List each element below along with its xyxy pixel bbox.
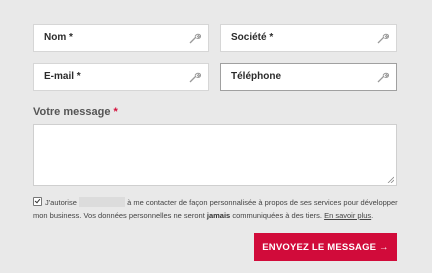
telephone-field[interactable]: Téléphone: [220, 63, 397, 91]
societe-field[interactable]: Société *: [220, 24, 397, 52]
nom-label: Nom *: [44, 32, 73, 43]
nom-field[interactable]: Nom *: [33, 24, 209, 52]
consent-text-bold: jamais: [206, 211, 231, 220]
submit-button[interactable]: ENVOYEZ LE MESSAGE →: [254, 233, 397, 261]
consent-text-end: communiquées à des tiers.: [232, 211, 322, 220]
message-label-text: Votre message: [33, 106, 111, 118]
wrench-icon: [377, 72, 389, 83]
required-mark: *: [113, 106, 118, 118]
consent-block: J'autorise à me contacter de façon perso…: [33, 196, 399, 222]
wrench-icon: [189, 33, 201, 44]
resize-grip-icon[interactable]: [387, 176, 394, 183]
email-field[interactable]: E-mail *: [33, 63, 209, 91]
wrench-icon: [189, 72, 201, 83]
consent-checkbox[interactable]: [33, 197, 42, 206]
learn-more-link[interactable]: En savoir plus: [324, 211, 371, 220]
consent-period: .: [371, 211, 374, 220]
consent-text-before: J'autorise: [45, 198, 77, 207]
telephone-label: Téléphone: [231, 71, 282, 82]
wrench-icon: [377, 33, 389, 44]
message-textarea[interactable]: [33, 124, 397, 186]
redacted-company-name: [78, 197, 125, 207]
message-label: Votre message *: [33, 106, 118, 118]
email-label: E-mail *: [44, 71, 81, 82]
societe-label: Société *: [231, 32, 274, 43]
